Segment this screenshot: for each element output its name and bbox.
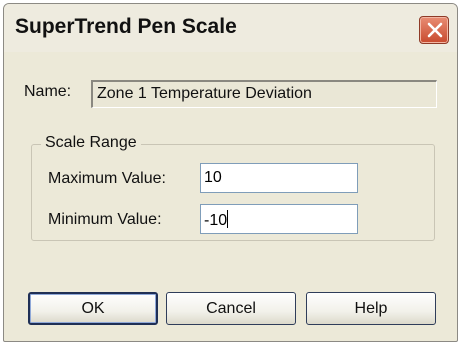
- text-caret: [227, 210, 229, 228]
- cancel-button[interactable]: Cancel: [166, 292, 296, 325]
- help-button[interactable]: Help: [306, 292, 436, 325]
- scale-range-caption: Scale Range: [41, 134, 141, 152]
- title-bar[interactable]: SuperTrend Pen Scale: [4, 4, 457, 52]
- supertrend-pen-scale-dialog: SuperTrend Pen Scale Name: Zone 1 Temper…: [3, 3, 458, 342]
- name-label: Name:: [24, 83, 72, 100]
- minimum-value-label: Minimum Value:: [48, 211, 162, 228]
- minimum-value-input[interactable]: -10: [200, 204, 358, 234]
- dialog-body: Name: Zone 1 Temperature Deviation Scale…: [4, 54, 457, 341]
- window-title: SuperTrend Pen Scale: [15, 15, 237, 38]
- name-field: Zone 1 Temperature Deviation: [91, 80, 437, 108]
- ok-button[interactable]: OK: [28, 292, 158, 325]
- close-icon: [427, 22, 443, 38]
- maximum-value-text: 10: [204, 169, 222, 186]
- minimum-value-text: -10: [204, 212, 228, 229]
- maximum-value-label: Maximum Value:: [48, 170, 166, 187]
- maximum-value-input[interactable]: 10: [200, 163, 358, 193]
- close-button[interactable]: [419, 16, 449, 44]
